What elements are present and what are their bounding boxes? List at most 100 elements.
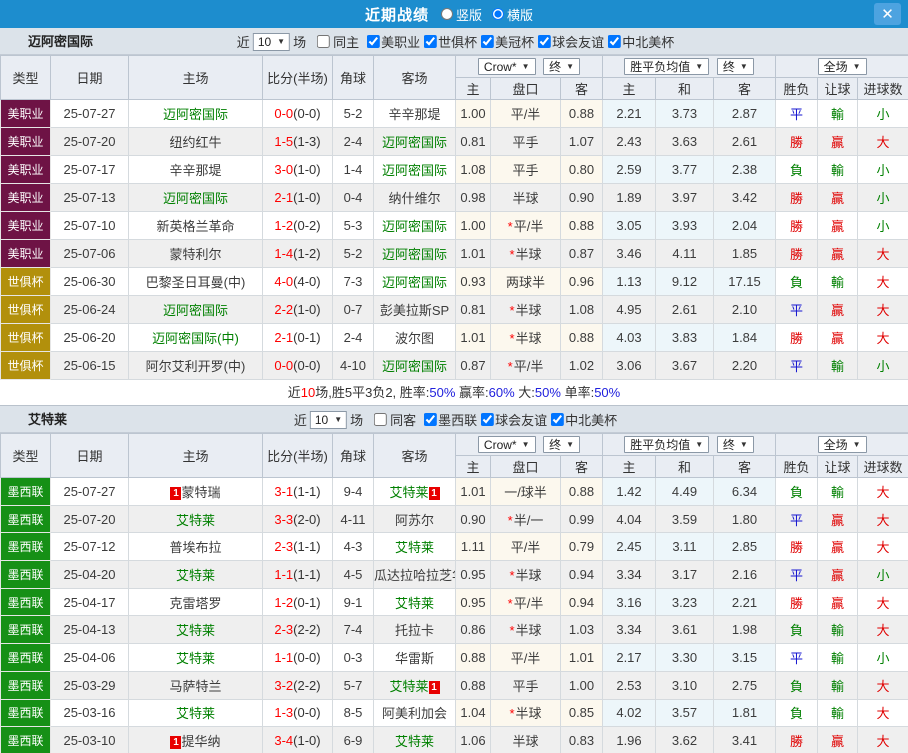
col-corner: 角球 <box>333 434 374 478</box>
result-goals-cell: 大 <box>858 296 908 324</box>
bookmaker-select[interactable]: Crow* <box>478 436 536 453</box>
ah-away-odds: 1.07 <box>561 128 603 156</box>
horizontal-radio[interactable] <box>492 8 504 20</box>
date-cell: 25-07-13 <box>51 184 129 212</box>
bookmaker-select[interactable]: Crow* <box>478 58 536 75</box>
league-checkbox[interactable] <box>424 413 437 426</box>
league-checkbox[interactable] <box>367 35 380 48</box>
league-filter-美职业[interactable]: 美职业 <box>367 32 420 51</box>
wdl-mean-select[interactable]: 胜平负均值 <box>624 58 709 75</box>
result-wdl-cell: 負 <box>776 616 818 644</box>
result-wdl-cell: 勝 <box>776 324 818 352</box>
league-filter-美冠杯[interactable]: 美冠杯 <box>481 32 534 51</box>
team1-recent-count-select[interactable]: 10 <box>253 33 290 51</box>
odds-stage-select[interactable]: 终 <box>543 58 580 75</box>
corner-cell: 4-11 <box>333 505 374 533</box>
eu-home-odds: 4.95 <box>603 296 656 324</box>
vertical-layout-option[interactable]: 竖版 <box>441 5 482 24</box>
col-home: 主场 <box>129 434 263 478</box>
league-filter-中北美杯[interactable]: 中北美杯 <box>608 32 674 51</box>
horizontal-layout-option[interactable]: 横版 <box>492 5 533 24</box>
scope-select[interactable]: 全场 <box>818 58 867 75</box>
same-venue-checkbox[interactable] <box>374 413 387 426</box>
wdl-mean-select[interactable]: 胜平负均值 <box>624 436 709 453</box>
result-wdl-cell: 負 <box>776 671 818 699</box>
league-filter-球会友谊[interactable]: 球会友谊 <box>481 410 547 429</box>
corner-cell: 0-4 <box>333 184 374 212</box>
eu-draw-odds: 3.23 <box>656 588 714 616</box>
ah-line-cell: 半球 <box>491 727 561 753</box>
wdl-odds-group: 胜平负均值 终 <box>603 56 776 78</box>
date-cell: 25-06-24 <box>51 296 129 324</box>
eu-draw-odds: 3.11 <box>656 533 714 561</box>
result-wdl-cell: 負 <box>776 156 818 184</box>
result-wdl-cell: 平 <box>776 505 818 533</box>
home-team-cell: 巴黎圣日耳曼(中) <box>129 268 263 296</box>
score-cell: 1-1(0-0) <box>263 644 333 672</box>
score-cell: 1-2(0-2) <box>263 212 333 240</box>
eu-away-odds: 1.85 <box>714 240 776 268</box>
result-wdl-cell: 勝 <box>776 240 818 268</box>
score-cell: 1-3(0-0) <box>263 699 333 727</box>
date-cell: 25-07-12 <box>51 533 129 561</box>
league-filter-中北美杯[interactable]: 中北美杯 <box>551 410 617 429</box>
asian-odds-group: Crow* 终 <box>456 434 603 456</box>
ah-line-cell: *半球 <box>491 324 561 352</box>
score-cell: 2-3(1-1) <box>263 533 333 561</box>
corner-cell: 2-4 <box>333 324 374 352</box>
away-team-cell: 波尔图 <box>374 324 456 352</box>
league-checkbox[interactable] <box>481 35 494 48</box>
match-row: 美职业25-07-17辛辛那堤3-0(1-0)1-4迈阿密国际1.08平手0.8… <box>1 156 908 184</box>
league-checkbox[interactable] <box>424 35 437 48</box>
eu-draw-odds: 2.61 <box>656 296 714 324</box>
date-cell: 25-04-20 <box>51 561 129 589</box>
ah-home-odds: 0.93 <box>456 268 491 296</box>
sub-res-handicap: 让球 <box>818 78 858 100</box>
league-checkbox[interactable] <box>481 413 494 426</box>
match-row: 墨西联25-04-13艾特莱2-3(2-2)7-4托拉卡0.86*半球1.033… <box>1 616 908 644</box>
team2-recent-count-select[interactable]: 10 <box>310 411 347 429</box>
eu-draw-odds: 3.61 <box>656 616 714 644</box>
ah-home-odds: 1.01 <box>456 478 491 506</box>
asian-odds-group: Crow* 终 <box>456 56 603 78</box>
eu-home-odds: 2.59 <box>603 156 656 184</box>
corner-cell: 5-2 <box>333 100 374 128</box>
away-team-cell: 华雷斯 <box>374 644 456 672</box>
eu-home-odds: 2.45 <box>603 533 656 561</box>
ah-away-odds: 0.96 <box>561 268 603 296</box>
league-checkbox[interactable] <box>551 413 564 426</box>
games-label: 场 <box>293 32 306 51</box>
result-group: 全场 <box>776 56 908 78</box>
wdl-stage-select[interactable]: 终 <box>717 58 754 75</box>
league-checkbox[interactable] <box>538 35 551 48</box>
same-venue-checkbox[interactable] <box>317 35 330 48</box>
ah-away-odds: 0.99 <box>561 505 603 533</box>
league-checkbox[interactable] <box>608 35 621 48</box>
scope-select[interactable]: 全场 <box>818 436 867 453</box>
team2-same-venue-filter[interactable]: 同客 <box>374 410 416 429</box>
result-goals-cell: 大 <box>858 671 908 699</box>
sub-ah-line: 盘口 <box>491 78 561 100</box>
result-handicap-cell: 贏 <box>818 727 858 753</box>
match-row: 美职业25-07-20纽约红牛1-5(1-3)2-4迈阿密国际0.81平手1.0… <box>1 128 908 156</box>
match-row: 墨西联25-04-06艾特莱1-1(0-0)0-3华雷斯0.88平/半1.012… <box>1 644 908 672</box>
league-filter-世俱杯[interactable]: 世俱杯 <box>424 32 477 51</box>
col-corner: 角球 <box>333 56 374 100</box>
away-team-cell: 阿美利加会 <box>374 699 456 727</box>
wdl-stage-select[interactable]: 终 <box>717 436 754 453</box>
date-cell: 25-07-17 <box>51 156 129 184</box>
eu-draw-odds: 3.83 <box>656 324 714 352</box>
close-button[interactable]: ✕ <box>874 3 901 25</box>
league-type-cell: 墨西联 <box>1 727 51 753</box>
eu-home-odds: 3.46 <box>603 240 656 268</box>
team1-same-venue-filter[interactable]: 同主 <box>317 32 359 51</box>
league-filter-墨西联[interactable]: 墨西联 <box>424 410 477 429</box>
result-handicap-cell: 贏 <box>818 588 858 616</box>
eu-away-odds: 1.80 <box>714 505 776 533</box>
ah-home-odds: 0.81 <box>456 296 491 324</box>
eu-home-odds: 3.16 <box>603 588 656 616</box>
odds-stage-select[interactable]: 终 <box>543 436 580 453</box>
away-team-cell: 艾特莱1 <box>374 671 456 699</box>
vertical-radio[interactable] <box>441 8 453 20</box>
league-filter-球会友谊[interactable]: 球会友谊 <box>538 32 604 51</box>
